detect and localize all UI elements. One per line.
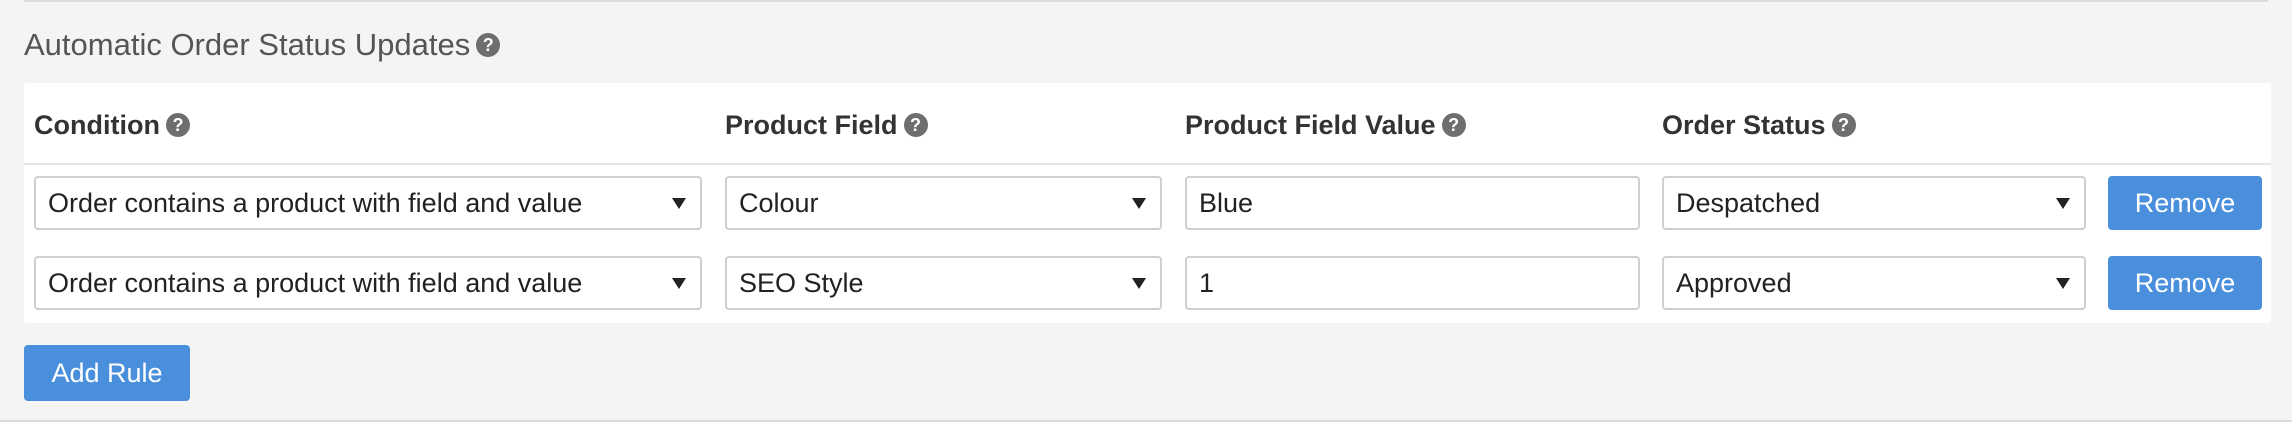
condition-select-value: Order contains a product with field and … (48, 187, 583, 218)
table-row: Order contains a product with field and … (24, 176, 2271, 232)
remove-button[interactable]: Remove (2108, 256, 2262, 310)
order-status-select-value: Despatched (1676, 187, 1821, 218)
product-field-select[interactable]: Colour (725, 176, 1162, 230)
help-icon[interactable]: ? (165, 113, 190, 137)
column-header-condition: Condition ? (34, 105, 190, 145)
table-header-row: Condition ? Product Field ? Product Fiel… (24, 83, 2271, 165)
product-field-select-value: SEO Style (739, 267, 864, 298)
caret-down-icon (672, 277, 686, 289)
column-header-label: Product Field (725, 109, 898, 140)
caret-down-icon (2056, 197, 2070, 209)
table-row: Order contains a product with field and … (24, 256, 2271, 312)
order-status-select-value: Approved (1676, 267, 1792, 298)
caret-down-icon (2056, 277, 2070, 289)
product-field-select-value: Colour (739, 187, 819, 218)
condition-select[interactable]: Order contains a product with field and … (34, 256, 702, 310)
column-header-label: Product Field Value (1185, 109, 1436, 140)
product-field-select[interactable]: SEO Style (725, 256, 1162, 310)
help-icon[interactable]: ? (1441, 113, 1466, 137)
section-title: Automatic Order Status Updates (24, 27, 471, 62)
rules-table: Condition ? Product Field ? Product Fiel… (24, 83, 2271, 323)
top-divider (24, 0, 2268, 2)
product-field-value-input[interactable]: Blue (1185, 176, 1640, 230)
caret-down-icon (672, 197, 686, 209)
column-header-label: Condition (34, 109, 160, 140)
section-header: Automatic Order Status Updates ? (24, 25, 501, 65)
column-header-label: Order Status (1662, 109, 1826, 140)
column-header-product-field: Product Field ? (725, 105, 928, 145)
order-status-select[interactable]: Approved (1662, 256, 2086, 310)
product-field-value-text: Blue (1199, 187, 1254, 218)
column-header-product-field-value: Product Field Value ? (1185, 105, 1466, 145)
help-icon[interactable]: ? (903, 113, 928, 137)
caret-down-icon (1132, 197, 1146, 209)
product-field-value-text: 1 (1199, 267, 1215, 298)
product-field-value-input[interactable]: 1 (1185, 256, 1640, 310)
help-icon[interactable]: ? (1831, 113, 1856, 137)
condition-select-value: Order contains a product with field and … (48, 267, 583, 298)
remove-button[interactable]: Remove (2108, 176, 2262, 230)
condition-select[interactable]: Order contains a product with field and … (34, 176, 702, 230)
add-rule-button[interactable]: Add Rule (24, 345, 190, 401)
column-header-order-status: Order Status ? (1662, 105, 1856, 145)
order-status-select[interactable]: Despatched (1662, 176, 2086, 230)
help-icon[interactable]: ? (476, 33, 501, 57)
caret-down-icon (1132, 277, 1146, 289)
